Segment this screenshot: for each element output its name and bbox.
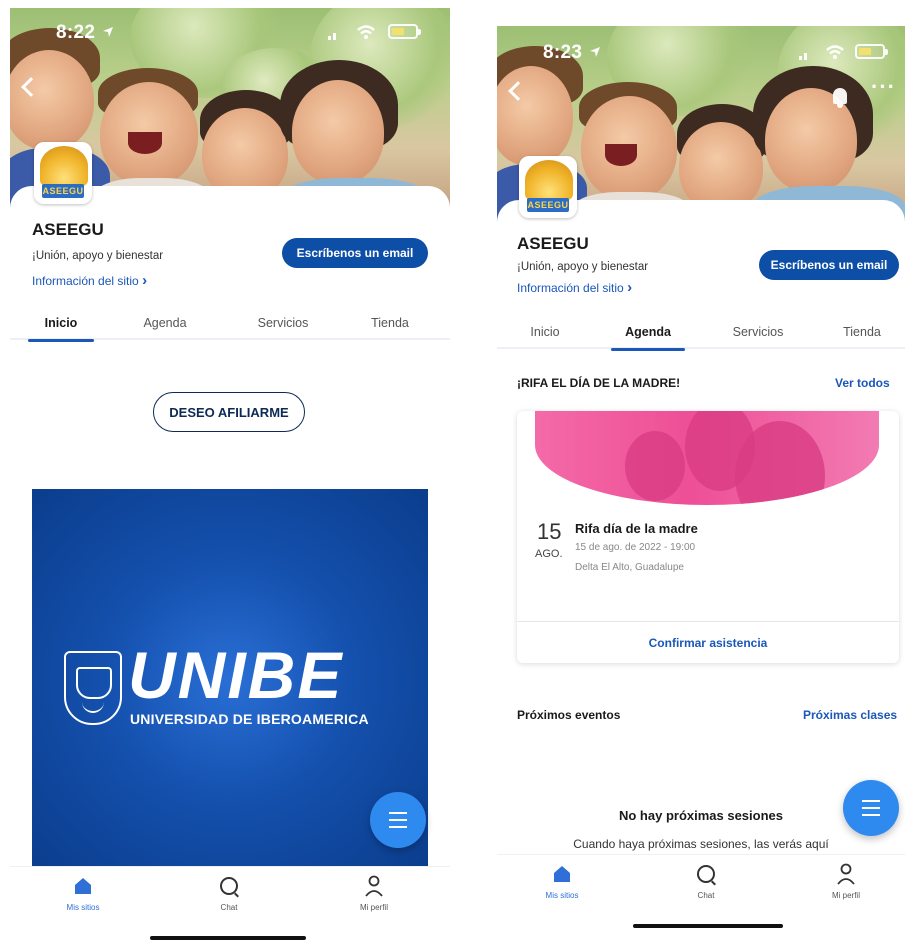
menu-fab-button[interactable] bbox=[370, 792, 426, 848]
location-arrow-icon bbox=[103, 27, 113, 37]
site-tagline: ¡Unión, apoyo y bienestar bbox=[517, 261, 649, 273]
bottom-nav: Mis sitios Chat Mi perfil bbox=[10, 866, 450, 926]
person-icon bbox=[837, 863, 855, 885]
unibe-banner[interactable]: UNIBE UNIVERSIDAD DE IBEROAMERICA bbox=[32, 489, 428, 871]
site-tagline: ¡Unión, apoyo y bienestar bbox=[32, 250, 164, 262]
home-icon bbox=[554, 866, 570, 882]
bell-icon[interactable] bbox=[833, 88, 847, 108]
tab-tienda[interactable]: Tienda bbox=[358, 306, 422, 340]
tab-inicio[interactable]: Inicio bbox=[515, 315, 575, 349]
more-icon[interactable]: ··· bbox=[871, 74, 896, 100]
upcoming-title: Próximos eventos bbox=[517, 708, 621, 722]
screen-inicio: 8:22 ASEEGU ASEEGU ¡Unión, apoyo y biene… bbox=[10, 0, 450, 941]
home-icon bbox=[75, 878, 91, 894]
tab-agenda[interactable]: Agenda bbox=[611, 315, 685, 351]
chat-icon bbox=[697, 865, 715, 883]
menu-fab-button[interactable] bbox=[843, 780, 899, 836]
site-info-link[interactable]: Información del sitio › bbox=[517, 279, 632, 296]
status-bar: 8:23 bbox=[497, 36, 905, 68]
site-logo: ASEEGU bbox=[519, 156, 577, 218]
event-card[interactable]: 15 AGO. Rifa día de la madre 15 de ago. … bbox=[517, 411, 899, 663]
status-time: 8:22 bbox=[56, 22, 96, 43]
signal-icon bbox=[328, 33, 336, 40]
nav-mis-sitios[interactable]: Mis sitios bbox=[48, 873, 118, 923]
chat-icon bbox=[220, 877, 238, 895]
chevron-right-icon: › bbox=[627, 279, 633, 296]
wifi-icon bbox=[826, 45, 844, 59]
status-time: 8:23 bbox=[543, 42, 583, 63]
tab-servicios[interactable]: Servicios bbox=[721, 315, 795, 349]
home-indicator bbox=[633, 924, 783, 928]
event-image bbox=[535, 411, 879, 505]
site-info-label: Información del sitio bbox=[517, 281, 624, 295]
upcoming-classes-link[interactable]: Próximas clases bbox=[803, 708, 897, 722]
event-month: AGO. bbox=[535, 548, 563, 560]
section-title: ¡RIFA EL DÍA DE LA MADRE! bbox=[517, 376, 681, 390]
chevron-right-icon: › bbox=[142, 272, 148, 289]
tab-inicio[interactable]: Inicio bbox=[28, 306, 94, 342]
wifi-icon bbox=[357, 25, 375, 39]
tab-tienda[interactable]: Tienda bbox=[829, 315, 895, 349]
home-indicator bbox=[150, 936, 306, 940]
bottom-nav: Mis sitios Chat Mi perfil bbox=[497, 854, 905, 914]
site-name: ASEEGU bbox=[517, 234, 589, 253]
site-tabs: Inicio Agenda Servicios Tienda bbox=[497, 315, 905, 351]
rsvp-button[interactable]: Confirmar asistencia bbox=[517, 622, 899, 663]
event-date: 15 de ago. de 2022 - 19:00 bbox=[575, 542, 696, 553]
see-all-link[interactable]: Ver todos bbox=[835, 376, 890, 390]
banner-university: UNIVERSIDAD DE IBEROAMERICA bbox=[130, 711, 369, 727]
email-button[interactable]: Escríbenos un email bbox=[759, 250, 899, 280]
empty-state-subtitle: Cuando haya próximas sesiones, las verás… bbox=[573, 837, 829, 851]
menu-icon bbox=[389, 812, 407, 828]
site-info-label: Información del sitio bbox=[32, 274, 139, 288]
battery-icon bbox=[388, 24, 421, 39]
battery-icon bbox=[855, 44, 888, 59]
tab-servicios[interactable]: Servicios bbox=[244, 306, 322, 340]
nav-chat[interactable]: Chat bbox=[194, 873, 264, 923]
menu-icon bbox=[862, 800, 880, 816]
screen-agenda: 8:23 ··· ASEEGU ASEEGU ¡Unión, apoyo y b… bbox=[497, 0, 905, 941]
signal-icon bbox=[799, 53, 807, 60]
nav-mi-perfil[interactable]: Mi perfil bbox=[811, 861, 881, 911]
email-button[interactable]: Escríbenos un email bbox=[282, 238, 428, 268]
nav-mi-perfil[interactable]: Mi perfil bbox=[339, 873, 409, 923]
unibe-shield-icon bbox=[64, 651, 122, 725]
person-icon bbox=[365, 875, 383, 897]
site-name: ASEEGU bbox=[32, 220, 104, 239]
site-logo: ASEEGU bbox=[34, 142, 92, 204]
tab-agenda[interactable]: Agenda bbox=[132, 306, 198, 340]
site-info-link[interactable]: Información del sitio › bbox=[32, 272, 147, 289]
nav-chat[interactable]: Chat bbox=[671, 861, 741, 911]
location-arrow-icon bbox=[590, 47, 600, 57]
status-bar: 8:22 bbox=[10, 16, 450, 48]
affiliate-button[interactable]: DESEO AFILIARME bbox=[153, 392, 305, 432]
site-tabs: Inicio Agenda Servicios Tienda bbox=[10, 306, 450, 342]
event-day: 15 bbox=[537, 519, 562, 544]
event-title: Rifa día de la madre bbox=[575, 521, 698, 536]
nav-mis-sitios[interactable]: Mis sitios bbox=[527, 861, 597, 911]
banner-brand: UNIBE bbox=[128, 638, 344, 712]
event-place: Delta El Alto, Guadalupe bbox=[575, 562, 684, 573]
